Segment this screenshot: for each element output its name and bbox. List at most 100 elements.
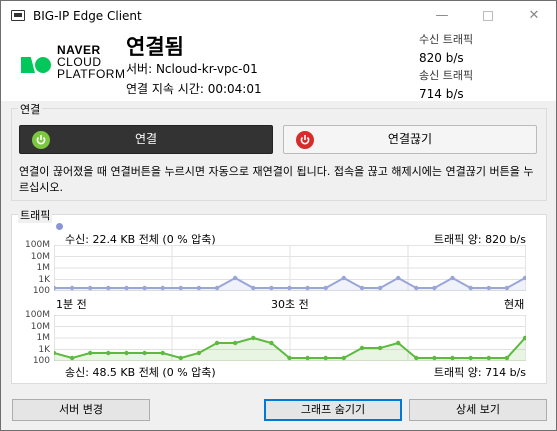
data-point xyxy=(269,340,274,346)
y-tick-label: 1M xyxy=(36,263,51,273)
data-point xyxy=(196,350,202,356)
data-point xyxy=(323,285,328,291)
x-tick-label: 1분 전 xyxy=(56,298,87,311)
hide-graph-button[interactable]: 그래프 숨기기 xyxy=(264,399,402,421)
data-point xyxy=(160,350,165,356)
app-icon xyxy=(11,10,25,21)
connection-duration: 연결 지속 시간: 00:04:01 xyxy=(126,82,262,96)
window-title: BIG-IP Edge Client xyxy=(33,9,142,23)
data-point xyxy=(359,345,365,351)
disconnect-button[interactable]: 연결끊기 xyxy=(283,125,537,154)
data-point xyxy=(214,285,220,291)
data-point xyxy=(233,275,238,281)
rx-traffic-value: 820 b/s xyxy=(419,51,464,65)
details-button[interactable]: 상세 보기 xyxy=(409,399,547,421)
data-point xyxy=(106,350,111,356)
naver-cloud-logo-text: NAVER CLOUD PLATFORM xyxy=(57,43,126,81)
power-on-icon xyxy=(32,131,50,149)
data-point xyxy=(486,285,491,291)
y-tick-label: 100 xyxy=(32,286,50,296)
rx-traffic-chart xyxy=(54,245,526,291)
y-tick-label: 1M xyxy=(36,333,51,343)
data-point xyxy=(305,285,310,291)
data-point xyxy=(323,355,328,361)
data-point xyxy=(504,285,510,291)
data-point xyxy=(305,355,310,361)
data-point xyxy=(396,340,401,346)
data-point xyxy=(287,285,292,291)
rx-traffic-label: 수신 트래픽 xyxy=(419,33,474,46)
data-point xyxy=(88,285,93,291)
edge-client-window: BIG-IP Edge Client — ✕ NAVER CLOUD PLATF… xyxy=(0,0,557,431)
data-point xyxy=(251,335,256,341)
power-off-icon xyxy=(296,131,314,149)
data-point xyxy=(178,285,183,291)
data-point xyxy=(196,285,202,291)
close-button[interactable]: ✕ xyxy=(511,1,557,31)
maximize-button[interactable] xyxy=(465,1,511,31)
data-point xyxy=(160,285,165,291)
data-point xyxy=(450,275,455,281)
data-point xyxy=(88,350,93,356)
data-point xyxy=(287,355,292,361)
tx-traffic-chart xyxy=(54,315,526,361)
data-point xyxy=(251,285,256,291)
tx-traffic-label: 송신 트래픽 xyxy=(419,69,474,82)
rx-legend-dot xyxy=(56,223,63,230)
data-point xyxy=(233,340,238,346)
data-point xyxy=(341,355,346,361)
connect-button[interactable]: 연결 xyxy=(19,125,273,154)
data-point xyxy=(178,355,183,361)
data-point xyxy=(106,285,111,291)
title-bar: BIG-IP Edge Client — ✕ xyxy=(1,1,556,31)
data-point xyxy=(432,355,437,361)
data-point xyxy=(486,355,491,361)
data-point xyxy=(396,275,401,281)
data-point xyxy=(414,285,419,291)
data-point xyxy=(142,285,147,291)
connection-group: 연결 연결 연결끊기 연결이 끊어졌을 때 연결버튼을 누르시면 자동으로 재연… xyxy=(11,101,547,201)
data-point xyxy=(69,355,75,361)
x-tick-label: 30초 전 xyxy=(271,298,309,311)
data-point xyxy=(468,355,473,361)
data-point xyxy=(468,285,473,291)
connection-description: 연결이 끊어졌을 때 연결버튼을 누르시면 자동으로 재연결이 됩니다. 접속을… xyxy=(19,165,534,194)
header-traffic-summary: 수신 트래픽 820 b/s 송신 트래픽 714 b/s xyxy=(419,31,473,103)
data-point xyxy=(377,345,383,351)
data-point xyxy=(450,355,455,361)
data-point xyxy=(377,285,383,291)
connection-group-label: 연결 xyxy=(18,101,43,117)
tx-traffic-value: 714 b/s xyxy=(419,87,464,101)
data-point xyxy=(214,340,220,346)
minimize-button[interactable]: — xyxy=(419,1,465,31)
traffic-graph-panel: 수신: 22.4 KB 전체 (0 % 압축) 트래픽 양: 820 b/s 1… xyxy=(12,215,546,383)
y-tick-label: 10M xyxy=(30,251,50,262)
connect-button-label: 연결 xyxy=(134,132,158,146)
connection-status-title: 연결됨 xyxy=(126,35,184,59)
server-name: 서버: Ncloud-kr-vpc-01 xyxy=(126,62,258,76)
y-tick-label: 100M xyxy=(25,240,50,250)
y-tick-label: 1K xyxy=(38,344,50,355)
server-change-button[interactable]: 서버 변경 xyxy=(12,399,150,421)
y-tick-label: 100M xyxy=(25,310,50,320)
naver-cloud-logo-icon xyxy=(21,57,51,73)
data-point xyxy=(414,355,419,361)
data-point xyxy=(269,285,274,291)
data-point xyxy=(432,285,437,291)
y-tick-label: 10M xyxy=(30,321,50,332)
disconnect-button-label: 연결끊기 xyxy=(387,132,433,146)
tx-rate: 트래픽 양: 714 b/s xyxy=(433,366,526,379)
data-point xyxy=(124,350,129,356)
data-point xyxy=(69,285,75,291)
data-point xyxy=(359,285,365,291)
traffic-group: 트래픽 수신: 22.4 KB 전체 (0 % 압축) 트래픽 양: 820 b… xyxy=(11,207,547,384)
data-point xyxy=(124,285,129,291)
y-tick-label: 1K xyxy=(38,274,50,285)
data-point xyxy=(142,350,147,356)
status-header: NAVER CLOUD PLATFORM 연결됨 서버: Ncloud-kr-v… xyxy=(1,31,556,101)
y-tick-label: 100 xyxy=(32,356,50,366)
data-point xyxy=(504,355,510,361)
traffic-group-label: 트래픽 xyxy=(18,207,53,223)
data-point xyxy=(341,275,346,281)
x-tick-label: 현재 xyxy=(504,298,525,311)
